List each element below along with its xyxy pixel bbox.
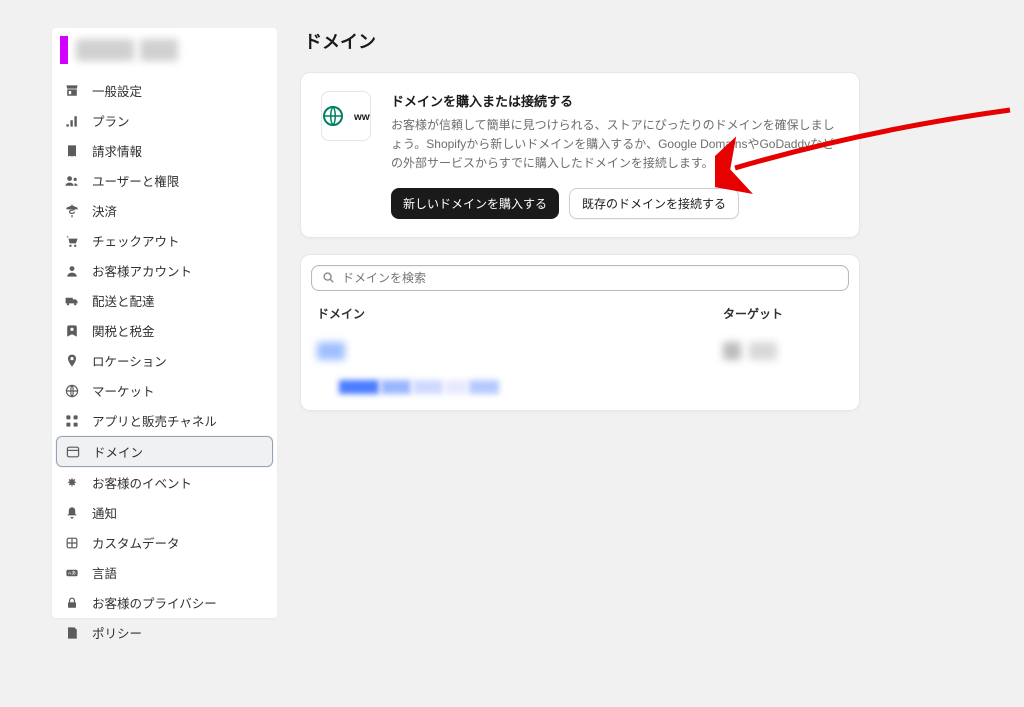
languages-icon: Aあ: [64, 565, 80, 581]
connect-domain-button[interactable]: 既存のドメインを接続する: [569, 188, 739, 219]
sidebar-item-policies[interactable]: ポリシー: [56, 618, 273, 647]
hero-description: お客様が信頼して簡単に見つけられる、ストアにぴったりのドメインを確保しましょう。…: [391, 116, 839, 174]
sidebar-item-label: カスタムデータ: [92, 533, 180, 552]
sidebar-item-general[interactable]: 一般設定: [56, 76, 273, 105]
redacted-target: [749, 342, 777, 360]
notifications-icon: [64, 505, 80, 521]
sidebar-item-label: お客様のイベント: [92, 473, 192, 492]
sidebar-item-events[interactable]: お客様のイベント: [56, 468, 273, 497]
sidebar-item-taxes[interactable]: 関税と税金: [56, 316, 273, 345]
events-icon: [64, 475, 80, 491]
sidebar-item-label: 関税と税金: [92, 321, 155, 340]
users-icon: [64, 173, 80, 189]
domain-list-card: ドメイン ターゲット: [300, 254, 860, 411]
markets-icon: [64, 383, 80, 399]
sidebar-item-label: マーケット: [92, 381, 155, 400]
sidebar-item-checkout[interactable]: チェックアウト: [56, 226, 273, 255]
table-row[interactable]: [301, 330, 859, 372]
sidebar-item-customdata[interactable]: カスタムデータ: [56, 528, 273, 557]
sidebar-item-accounts[interactable]: お客様アカウント: [56, 256, 273, 285]
sidebar-item-label: ロケーション: [92, 351, 167, 370]
sidebar-item-users[interactable]: ユーザーと権限: [56, 166, 273, 195]
sidebar-item-notifications[interactable]: 通知: [56, 498, 273, 527]
column-domain: ドメイン: [317, 305, 723, 322]
redacted-domain: [317, 342, 345, 360]
sidebar-item-label: 通知: [92, 503, 117, 522]
sidebar-item-label: アプリと販売チャネル: [92, 411, 217, 430]
sidebar-item-label: ユーザーと権限: [92, 171, 179, 190]
accent-bar: [60, 36, 68, 64]
sidebar-item-apps[interactable]: アプリと販売チャネル: [56, 406, 273, 435]
search-icon: [322, 271, 336, 285]
nav-list: 一般設定 プラン 請求情報 ユーザーと権限 決済 チェックアウト お客様アカウン…: [52, 76, 277, 647]
sidebar-item-label: 一般設定: [92, 81, 142, 100]
checkout-icon: [64, 233, 80, 249]
sidebar-item-label: お客様アカウント: [92, 261, 192, 280]
customdata-icon: [64, 535, 80, 551]
svg-text:Aあ: Aあ: [68, 570, 76, 576]
sidebar-item-billing[interactable]: 請求情報: [56, 136, 273, 165]
taxes-icon: [64, 323, 80, 339]
buy-domain-button[interactable]: 新しいドメインを購入する: [391, 188, 559, 219]
sidebar-item-languages[interactable]: Aあ 言語: [56, 558, 273, 587]
redacted-target: [723, 342, 741, 360]
location-icon: [64, 353, 80, 369]
main-content: ドメイン www ドメインを購入または接続する お客様が信頼して簡単に見つけられ…: [300, 28, 860, 427]
payments-icon: [64, 203, 80, 219]
apps-icon: [64, 413, 80, 429]
svg-text:www: www: [353, 112, 370, 123]
page-title: ドメイン: [300, 28, 860, 54]
store-icon: [64, 83, 80, 99]
sidebar-item-privacy[interactable]: お客様のプライバシー: [56, 588, 273, 617]
sidebar-item-label: チェックアウト: [92, 231, 180, 250]
sidebar-item-payments[interactable]: 決済: [56, 196, 273, 225]
shipping-icon: [64, 293, 80, 309]
billing-icon: [64, 143, 80, 159]
sidebar-item-shipping[interactable]: 配送と配達: [56, 286, 273, 315]
domains-icon: [65, 444, 81, 460]
sidebar-item-label: ポリシー: [92, 623, 142, 642]
table-header: ドメイン ターゲット: [301, 291, 859, 330]
www-icon: www: [321, 91, 371, 141]
sidebar-header: [52, 28, 277, 76]
table-row: [301, 372, 859, 410]
redacted-store-name: [140, 39, 178, 61]
sidebar-item-label: 決済: [92, 201, 117, 220]
sidebar-item-label: プラン: [92, 111, 130, 130]
hero-title: ドメインを購入または接続する: [391, 91, 839, 110]
redacted-store-name: [76, 39, 134, 61]
sidebar-item-markets[interactable]: マーケット: [56, 376, 273, 405]
domain-search-input[interactable]: [342, 271, 838, 285]
settings-sidebar: 一般設定 プラン 請求情報 ユーザーと権限 決済 チェックアウト お客様アカウン…: [52, 28, 277, 618]
sidebar-item-label: お客様のプライバシー: [92, 593, 217, 612]
plan-icon: [64, 113, 80, 129]
search-box[interactable]: [311, 265, 849, 291]
privacy-icon: [64, 595, 80, 611]
account-icon: [64, 263, 80, 279]
sidebar-item-label: 請求情報: [92, 141, 142, 160]
hero-card: www ドメインを購入または接続する お客様が信頼して簡単に見つけられる、ストア…: [300, 72, 860, 238]
sidebar-item-label: 言語: [92, 563, 117, 582]
sidebar-item-label: ドメイン: [93, 442, 143, 461]
sidebar-item-domains[interactable]: ドメイン: [56, 436, 273, 467]
column-target: ターゲット: [723, 305, 843, 322]
sidebar-item-plan[interactable]: プラン: [56, 106, 273, 135]
sidebar-item-label: 配送と配達: [92, 291, 155, 310]
sidebar-item-locations[interactable]: ロケーション: [56, 346, 273, 375]
policies-icon: [64, 625, 80, 641]
